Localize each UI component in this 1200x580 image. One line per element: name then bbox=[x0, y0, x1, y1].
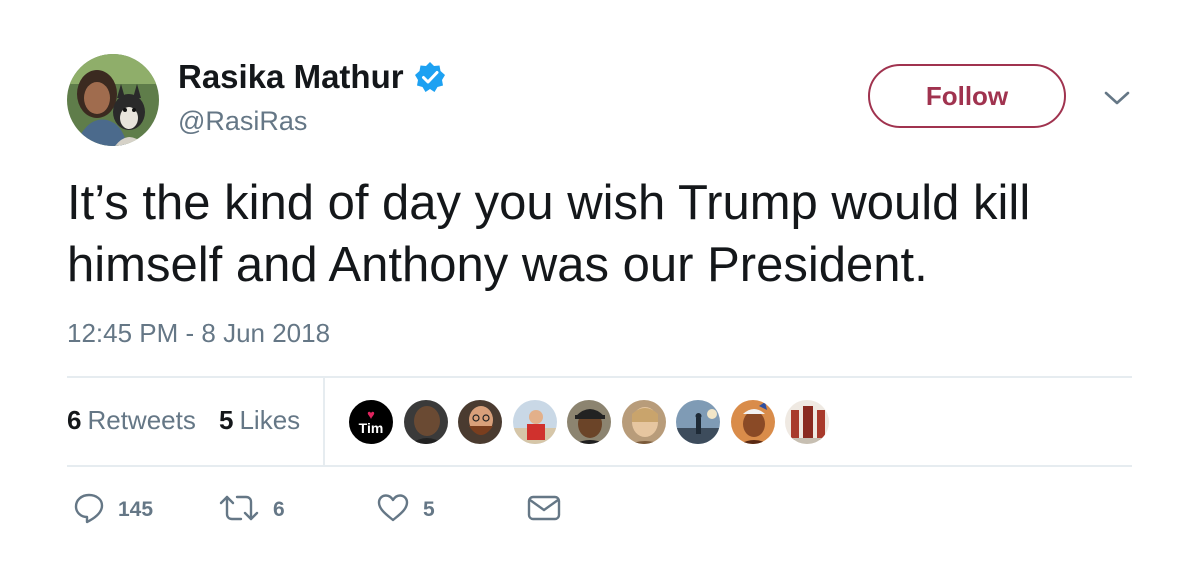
liker-avatar[interactable] bbox=[457, 399, 503, 445]
stats-divider bbox=[323, 378, 325, 465]
likes-stat[interactable]: 5 Likes bbox=[219, 405, 300, 436]
like-count: 5 bbox=[423, 498, 435, 521]
retweets-stat[interactable]: 6 Retweets bbox=[67, 405, 196, 436]
likes-count: 5 bbox=[219, 405, 234, 435]
liker-avatar[interactable] bbox=[784, 399, 830, 445]
tweet-card: Rasika Mathur @RasiRas Follow It’s the k… bbox=[0, 0, 1200, 580]
reply-button[interactable]: 145 bbox=[74, 493, 153, 527]
retweets-count: 6 bbox=[67, 405, 82, 435]
liker-avatar[interactable]: ♥ Tim bbox=[348, 399, 394, 445]
liker-avatar[interactable] bbox=[620, 399, 667, 445]
liker-avatar[interactable] bbox=[511, 399, 558, 445]
heart-icon bbox=[377, 493, 409, 528]
liker-avatar[interactable] bbox=[729, 399, 776, 445]
user-display-name[interactable]: Rasika Mathur bbox=[178, 58, 446, 96]
retweets-label: Retweets bbox=[87, 405, 196, 435]
liker-avatar[interactable] bbox=[675, 399, 721, 445]
liker-avatars: ♥ Tim bbox=[348, 399, 839, 447]
liker-avatar[interactable] bbox=[402, 399, 449, 445]
heart-icon: ♥ bbox=[367, 406, 375, 422]
tweet-text: It’s the kind of day you wish Trump woul… bbox=[67, 176, 1031, 292]
verified-badge-icon bbox=[414, 61, 446, 93]
likes-label: Likes bbox=[239, 405, 301, 435]
envelope-icon bbox=[527, 494, 561, 527]
direct-message-button[interactable] bbox=[527, 493, 561, 527]
retweet-count: 6 bbox=[273, 498, 285, 521]
user-avatar[interactable] bbox=[67, 54, 159, 146]
liker-avatar[interactable] bbox=[566, 399, 612, 445]
display-name-text[interactable]: Rasika Mathur bbox=[178, 58, 404, 96]
tweet-timestamp[interactable]: 12:45 PM - 8 Jun 2018 bbox=[67, 318, 330, 349]
reply-count: 145 bbox=[118, 498, 154, 521]
retweet-button[interactable]: 6 bbox=[219, 493, 285, 527]
divider bbox=[67, 465, 1132, 467]
like-button[interactable]: 5 bbox=[377, 493, 435, 527]
reply-icon bbox=[74, 492, 104, 529]
follow-button[interactable]: Follow bbox=[868, 64, 1066, 128]
liker-avatar-label: Tim bbox=[358, 419, 384, 436]
user-handle[interactable]: @RasiRas bbox=[178, 106, 307, 137]
chevron-down-icon[interactable] bbox=[1102, 86, 1132, 110]
retweet-icon bbox=[219, 494, 259, 527]
divider bbox=[67, 376, 1132, 378]
